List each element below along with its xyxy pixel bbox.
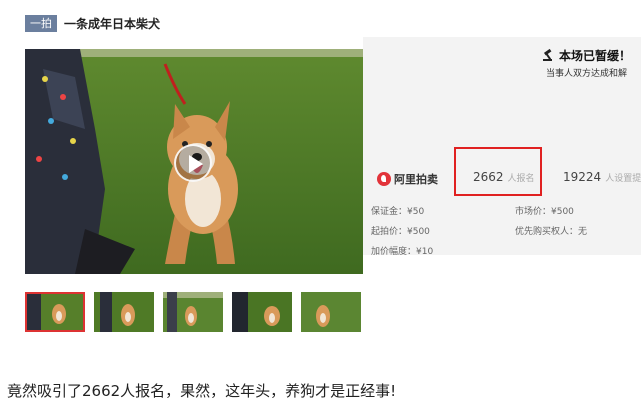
- signup-count: 2662 人报名: [473, 170, 535, 184]
- thumbnail-3[interactable]: [163, 292, 223, 332]
- play-icon[interactable]: [174, 144, 212, 182]
- start-price-info: 起拍价：¥500: [371, 227, 430, 237]
- thumbnail-4[interactable]: [232, 292, 292, 332]
- ali-auction-logo-icon: [377, 172, 391, 186]
- gavel-icon: [542, 48, 555, 64]
- auction-status-subtitle: 当事人双方达成和解: [545, 69, 627, 79]
- reminder-count: 19224 人设置提醒: [563, 170, 641, 184]
- market-price-info: 市场价：¥500: [515, 207, 574, 217]
- platform-logo[interactable]: 阿里拍卖: [377, 171, 438, 187]
- thumbnail-5[interactable]: [301, 292, 361, 332]
- main-video-player[interactable]: [25, 49, 363, 274]
- listing-title-row: 一拍 一条成年日本柴犬: [25, 14, 160, 32]
- article-caption: 竟然吸引了2662人报名，果然，这年头，养狗才是正经事!: [7, 382, 397, 400]
- thumbnail-2[interactable]: [94, 292, 154, 332]
- thumbnail-1[interactable]: [25, 292, 85, 332]
- listing-title: 一条成年日本柴犬: [64, 16, 161, 31]
- increment-info: 加价幅度：¥10: [371, 247, 434, 257]
- auction-type-badge: 一拍: [25, 14, 57, 32]
- deposit-info: 保证金：¥50: [371, 207, 425, 217]
- priority-buyer-info: 优先购买权人：无: [515, 227, 588, 237]
- auction-info-panel: 本场已暂缓！ 当事人双方达成和解 阿里拍卖 2662 人报名 19224 人设置…: [363, 37, 641, 257]
- thumbnail-strip: [25, 292, 361, 332]
- auction-status-title: 本场已暂缓！: [542, 47, 631, 64]
